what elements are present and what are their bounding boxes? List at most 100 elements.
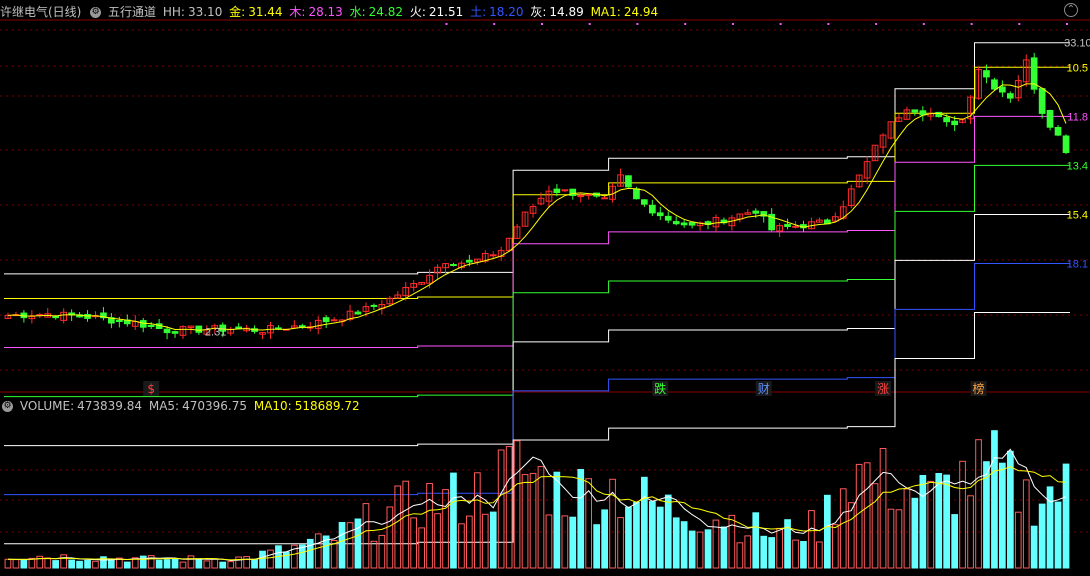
candle-body [370,304,378,307]
price-annotation: 2.31 [205,327,226,339]
volume-bar [259,550,266,569]
axis-tick-label: 15.4 [1067,210,1088,222]
volume-bar [346,522,354,569]
volume-bar [187,555,195,569]
volume-bar [370,540,378,569]
volume-bar [768,537,775,569]
axis-tick-label: 18.1 [1067,259,1088,271]
volume-bar [434,513,441,569]
candle-body [951,120,958,126]
volume-bar [553,471,561,569]
volume-bar [601,509,608,569]
candle-body [116,320,123,322]
volume-bar [975,439,982,569]
candle-body [625,175,632,188]
volume-bar [792,539,799,569]
volume-bar [919,475,927,569]
signal-dot [445,23,448,25]
candle-body [1038,88,1046,114]
candle-body [911,109,919,113]
volume-bar [959,460,966,569]
volume-bar [863,462,871,569]
volume-bar [577,469,585,569]
volume-bar [744,535,752,569]
volume-bar [28,557,36,569]
volume-bar [672,517,680,569]
candle-body [999,86,1006,93]
volume-bar [52,560,59,569]
volume-bar [696,531,704,569]
volume-bar [243,556,251,569]
axis-tick-label: 11.8 [1067,111,1088,123]
volume-bar [211,558,219,569]
candle-body [784,223,791,227]
volume-bar [283,551,290,569]
candle-body [195,325,203,333]
signal-dot [922,23,925,25]
volume-bar [879,448,887,569]
signal-dot [493,23,496,25]
volume-bar [887,508,895,569]
candle-body [577,195,585,198]
volume-bar [521,474,529,569]
wood-line [4,115,1070,348]
volume-bar [44,557,52,569]
volume-bar [728,514,736,569]
volume-bar [442,489,449,569]
signal-dot [1018,23,1021,25]
volume-bar [227,561,235,569]
candle-body [330,319,338,322]
candle-body [752,210,760,214]
volume-bar [1038,503,1046,569]
price-volume-chart[interactable]: 10.5 11.8 13.4 15.4 18.1 33.10 2.31 $ 跌 财 涨 榜 [0,0,1090,576]
candle-body [919,110,927,116]
volume-bar [943,474,950,569]
candle-body [489,254,497,257]
candle-body [1054,127,1062,136]
signal-dot [684,23,687,25]
signal-label: 涨 [877,381,889,396]
volume-bar [641,476,648,569]
volume-bar [418,527,425,569]
volume-bar [999,462,1006,569]
signal-dot [970,23,973,25]
signal-dot [1066,23,1068,25]
volume-bar [816,541,823,569]
signal-label: 榜 [972,381,984,396]
volume-bar [20,559,28,569]
volume-bar [903,488,911,569]
candle-body [983,70,990,78]
volume-bar [338,522,346,569]
volume-bar [720,526,728,569]
volume-bar [776,527,783,569]
candle-body [275,327,282,330]
volume-bar [4,558,12,569]
volume-bar [1062,463,1070,569]
volume-bar [832,524,839,569]
volume-bar [235,556,243,569]
ma10-line [7,466,1067,561]
volume-bar [656,506,664,569]
volume-bar [911,497,919,569]
candle-body [641,199,648,205]
volume-bar [839,488,847,569]
volume-bar [84,560,91,569]
volume-bar [808,510,815,569]
volume-bar [625,506,632,569]
volume-bar [386,506,394,569]
candle-body [943,117,950,123]
volume-bar [92,560,99,569]
volume-bar [855,463,863,569]
candle-body [688,222,696,226]
volume-bar [824,494,831,569]
volume-bar [569,516,577,569]
volume-bar [155,559,163,569]
volume-bar [752,512,760,569]
volume-bar [60,554,67,569]
volume-bar [362,503,370,569]
candle-body [664,215,672,221]
candle-body [601,197,608,200]
candle-body [633,188,640,200]
candle-body [466,259,473,263]
candle-body [649,204,656,214]
